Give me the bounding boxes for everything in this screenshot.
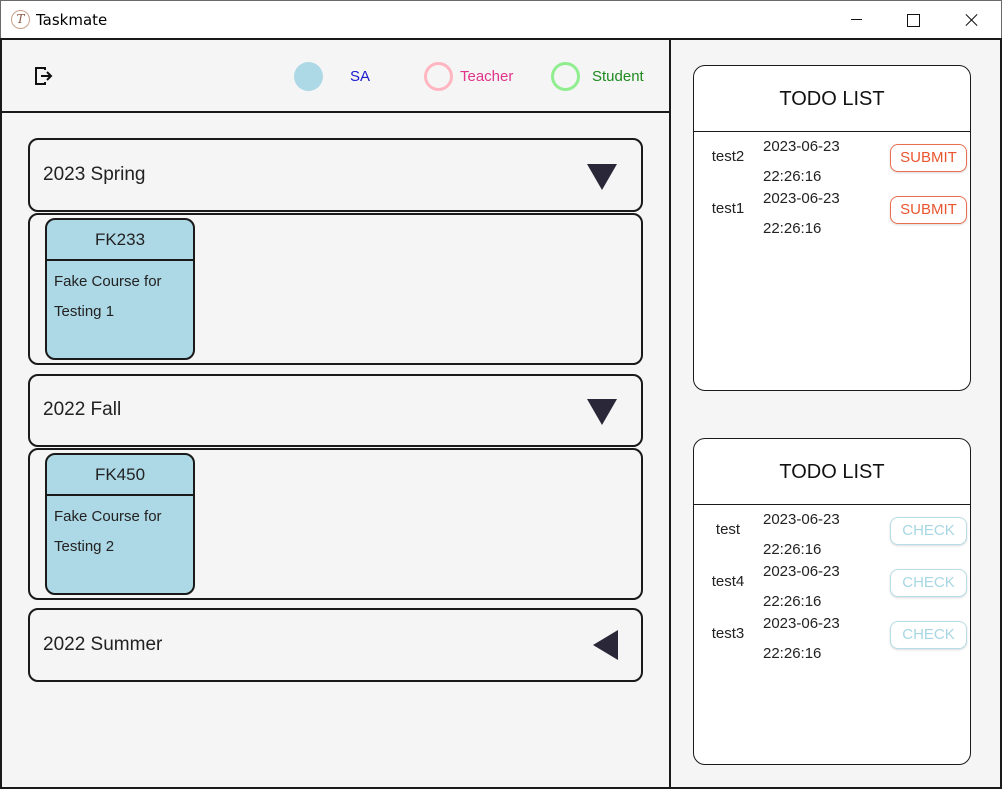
todo-panel-check: TODO LIST test 2023-06-23 22:26:16 CHECK…	[693, 438, 971, 765]
maximize-button[interactable]	[884, 1, 942, 39]
logout-icon[interactable]	[33, 66, 53, 86]
todo-item-datetime: 2023-06-23 22:26:16	[763, 557, 840, 617]
todo-item-date: 2023-06-23	[763, 511, 840, 528]
collapse-arrow-icon[interactable]	[587, 395, 619, 427]
todo-item-date: 2023-06-23	[763, 615, 840, 632]
course-name: Fake Course for Testing 2	[54, 508, 162, 555]
todo-item-name: test3	[711, 625, 745, 642]
course-card[interactable]: FK450 Fake Course for Testing 2	[45, 453, 195, 595]
title-bar: T Taskmate	[0, 0, 1002, 38]
minimize-button[interactable]	[827, 1, 885, 39]
todo-item-time: 22:26:16	[763, 220, 822, 237]
legend-sa[interactable]: SA	[294, 61, 370, 91]
todo-panel-submit: TODO LIST test2 2023-06-23 22:26:16 SUBM…	[693, 65, 971, 391]
legend-teacher[interactable]: Teacher	[424, 61, 513, 91]
legend-student-label: Student	[592, 67, 644, 85]
check-button[interactable]: CHECK	[890, 621, 967, 649]
course-code: FK233	[47, 220, 193, 261]
submit-button[interactable]: SUBMIT	[890, 196, 967, 224]
semester-label: 2023 Spring	[43, 164, 146, 185]
todo-item-date: 2023-06-23	[763, 190, 840, 207]
todo-item-datetime: 2023-06-23 22:26:16	[763, 184, 840, 244]
check-button[interactable]: CHECK	[890, 517, 967, 545]
app-logo-icon: T	[11, 10, 30, 29]
close-button[interactable]	[942, 1, 1000, 39]
role-header: SA Teacher Student	[2, 40, 669, 113]
semester-courses-2022-fall: FK450 Fake Course for Testing 2	[28, 448, 643, 600]
semester-label: 2022 Fall	[43, 399, 122, 420]
course-card[interactable]: FK233 Fake Course for Testing 1	[45, 218, 195, 360]
expand-arrow-icon[interactable]	[591, 630, 623, 662]
legend-teacher-label: Teacher	[460, 67, 514, 85]
panel-divider	[669, 40, 671, 787]
todo-title: TODO LIST	[694, 66, 970, 132]
todo-item-datetime: 2023-06-23 22:26:16	[763, 505, 840, 565]
todo-item-date: 2023-06-23	[763, 138, 840, 155]
todo-item-datetime: 2023-06-23 22:26:16	[763, 609, 840, 669]
semester-header-2022-fall[interactable]: 2022 Fall	[28, 374, 643, 447]
course-code: FK450	[47, 455, 193, 496]
todo-item-time: 22:26:16	[763, 645, 822, 662]
todo-item: test4 2023-06-23 22:26:16 CHECK	[694, 557, 970, 610]
student-role-dot	[551, 61, 580, 91]
course-name: Fake Course for Testing 1	[54, 273, 162, 320]
semester-header-2023-spring[interactable]: 2023 Spring	[28, 138, 643, 212]
todo-item-name: test	[715, 521, 741, 538]
submit-button[interactable]: SUBMIT	[890, 144, 967, 172]
todo-item-name: test2	[711, 148, 745, 165]
todo-item-date: 2023-06-23	[763, 563, 840, 580]
todo-item: test1 2023-06-23 22:26:16 SUBMIT	[694, 184, 970, 237]
legend-student[interactable]: Student	[551, 61, 644, 91]
semester-courses-2023-spring: FK233 Fake Course for Testing 1	[28, 213, 643, 365]
semester-header-2022-summer[interactable]: 2022 Summer	[28, 608, 643, 682]
check-button[interactable]: CHECK	[890, 569, 967, 597]
todo-item-datetime: 2023-06-23 22:26:16	[763, 132, 840, 192]
teacher-role-dot	[424, 61, 453, 91]
todo-item-name: test1	[711, 200, 745, 217]
todo-item: test2 2023-06-23 22:26:16 SUBMIT	[694, 132, 970, 185]
todo-item: test 2023-06-23 22:26:16 CHECK	[694, 505, 970, 558]
sa-role-dot	[294, 61, 323, 91]
todo-title: TODO LIST	[694, 439, 970, 505]
legend-sa-label: SA	[350, 67, 371, 85]
window-title: Taskmate	[36, 11, 108, 29]
semester-label: 2022 Summer	[43, 634, 163, 655]
todo-item: test3 2023-06-23 22:26:16 CHECK	[694, 609, 970, 662]
todo-item-name: test4	[711, 573, 745, 590]
collapse-arrow-icon[interactable]	[587, 160, 619, 192]
